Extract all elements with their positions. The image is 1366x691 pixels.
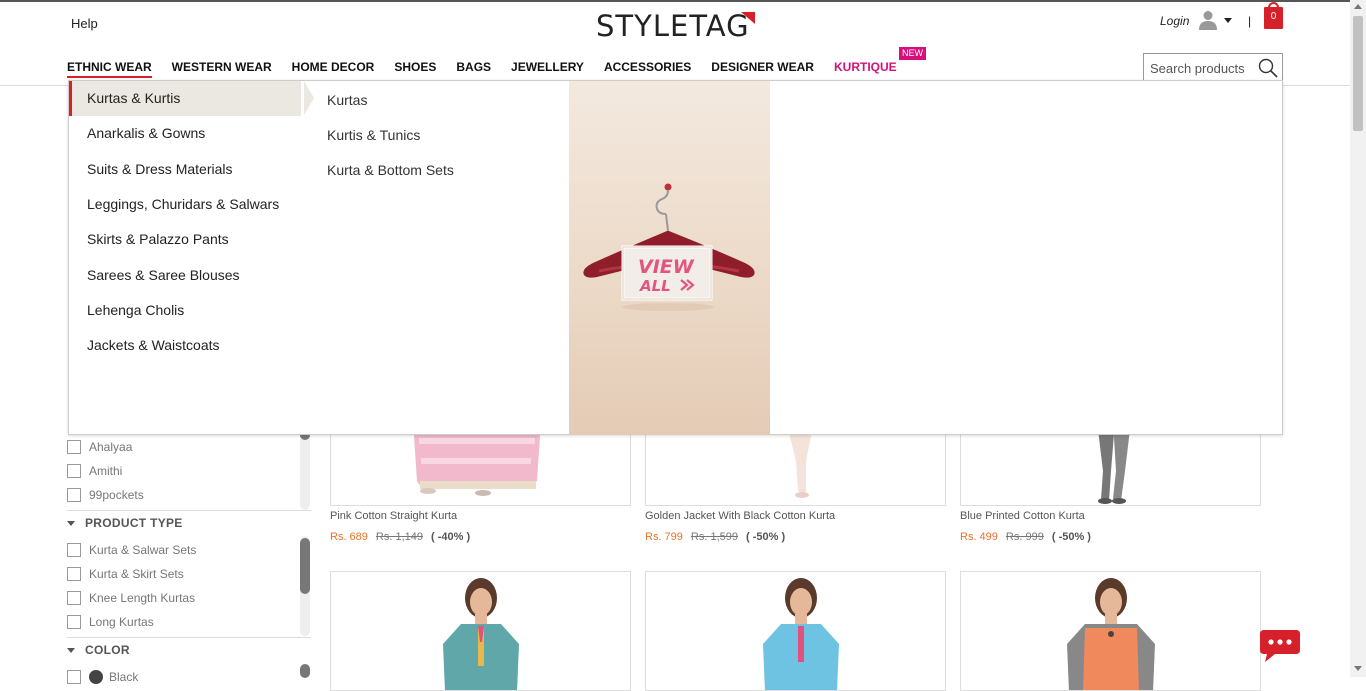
filter-option-product-type[interactable]: Kurta & Salwar Sets [67, 543, 196, 557]
active-arrow-icon [304, 81, 314, 115]
search-input[interactable] [1150, 61, 1255, 76]
category-leggings-churidars-salwars[interactable]: Leggings, Churidars & Salwars [69, 187, 314, 222]
bag-icon [1268, 2, 1279, 9]
page-scrollbar-thumb[interactable] [1353, 16, 1363, 131]
collapse-triangle-icon [67, 647, 75, 653]
discount-badge: ( -50% ) [746, 531, 786, 543]
subcategory-kurtis-tunics[interactable]: Kurtis & Tunics [327, 127, 420, 143]
filter-option-product-type[interactable]: Kurta & Skirt Sets [67, 567, 184, 581]
checkbox[interactable] [67, 567, 81, 581]
category-anarkalis-gowns[interactable]: Anarkalis & Gowns [69, 116, 314, 151]
new-badge: NEW [899, 47, 926, 60]
checkbox[interactable] [67, 440, 81, 454]
category-kurtas-kurtis[interactable]: Kurtas & Kurtis [69, 81, 314, 116]
filter-option-color[interactable]: Black [67, 670, 138, 684]
checkbox[interactable] [67, 615, 81, 629]
search-icon[interactable] [1258, 58, 1278, 78]
brand-filter-scroll-track[interactable] [300, 430, 310, 510]
color-swatch [89, 670, 103, 684]
category-suits-dress-materials[interactable]: Suits & Dress Materials [69, 152, 314, 187]
logo-text: STYLETAG [596, 9, 750, 43]
nav-designer-wear[interactable]: DESIGNER WEAR [711, 58, 814, 78]
category-sarees-saree-blouses[interactable]: Sarees & Saree Blouses [69, 258, 314, 293]
help-link[interactable]: Help [71, 16, 98, 31]
hanger-illustration: VIEW ALL [583, 183, 755, 311]
product-image [443, 578, 519, 690]
filter-option-product-type[interactable]: Knee Length Kurtas [67, 591, 195, 605]
product-card[interactable] [960, 571, 1261, 691]
separator: | [1248, 14, 1252, 28]
chat-bubble-icon[interactable] [1259, 628, 1301, 664]
filter-option-brand[interactable]: Amithi [67, 464, 122, 478]
page-scrollbar[interactable] [1350, 0, 1366, 677]
discount-badge: ( -50% ) [1051, 531, 1091, 543]
user-icon[interactable] [1199, 10, 1217, 30]
styletag-logo[interactable]: STYLETAG [596, 10, 756, 42]
search-box [1143, 53, 1283, 82]
divider [67, 637, 311, 638]
category-skirts-palazzo-pants[interactable]: Skirts & Palazzo Pants [69, 222, 314, 257]
product-price-row: Rs. 799 Rs. 1,599 ( -50% ) [645, 531, 785, 543]
sale-price: Rs. 799 [645, 531, 683, 543]
cart-count-badge: 0 [1270, 11, 1277, 22]
checkbox[interactable] [67, 670, 81, 684]
product-price-row: Rs. 689 Rs. 1,149 ( -40% ) [330, 531, 470, 543]
nav-ethnic-wear[interactable]: ETHNIC WEAR [67, 58, 152, 78]
category-lehenga-cholis[interactable]: Lehenga Cholis [69, 293, 314, 328]
checkbox[interactable] [67, 464, 81, 478]
product-image [763, 578, 839, 690]
sale-price: Rs. 689 [330, 531, 368, 543]
nav-home-decor[interactable]: HOME DECOR [292, 58, 375, 78]
nav-accessories[interactable]: ACCESSORIES [604, 58, 691, 78]
nav-bags[interactable]: BAGS [456, 58, 491, 78]
product-name[interactable]: Golden Jacket With Black Cotton Kurta [645, 510, 835, 522]
subcategory-kurtas[interactable]: Kurtas [327, 92, 367, 108]
filter-option-product-type[interactable]: Long Kurtas [67, 615, 154, 629]
nav-western-wear[interactable]: WESTERN WEAR [172, 58, 272, 78]
checkbox[interactable] [67, 488, 81, 502]
nav-shoes[interactable]: SHOES [394, 58, 436, 78]
product-price-row: Rs. 499 Rs. 999 ( -50% ) [960, 531, 1091, 543]
discount-badge: ( -40% ) [431, 531, 471, 543]
cart-button[interactable]: 0 [1264, 2, 1283, 29]
divider [67, 510, 311, 511]
scroll-down-arrow-icon[interactable] [1354, 666, 1362, 671]
original-price: Rs. 1,149 [375, 531, 424, 543]
product-name[interactable]: Blue Printed Cotton Kurta [960, 510, 1085, 522]
sale-price: Rs. 499 [960, 531, 998, 543]
scroll-up-arrow-icon[interactable] [1354, 4, 1362, 9]
product-image [1067, 578, 1155, 690]
original-price: Rs. 1,599 [690, 531, 739, 543]
filter-heading-color[interactable]: COLOR [67, 643, 130, 657]
category-jackets-waistcoats[interactable]: Jackets & Waistcoats [69, 328, 314, 363]
product-type-scrollbar[interactable] [300, 538, 310, 594]
subcategory-kurta-bottom-sets[interactable]: Kurta & Bottom Sets [327, 162, 454, 178]
view-all-promo-banner[interactable]: VIEW ALL [569, 81, 770, 435]
main-navigation: ETHNIC WEAR WESTERN WEAR HOME DECOR SHOE… [67, 58, 917, 78]
promo-view-text: VIEW [638, 256, 695, 278]
promo-all-text: ALL [639, 277, 671, 295]
original-price: Rs. 999 [1005, 531, 1044, 543]
filter-option-brand[interactable]: Ahalyaa [67, 440, 132, 454]
checkbox[interactable] [67, 591, 81, 605]
filter-heading-product-type[interactable]: PRODUCT TYPE [67, 516, 183, 530]
product-card[interactable] [330, 571, 631, 691]
checkbox[interactable] [67, 543, 81, 557]
ethnic-wear-mega-menu: Kurtas & Kurtis Anarkalis & Gowns Suits … [68, 80, 1283, 435]
nav-jewellery[interactable]: JEWELLERY [511, 58, 584, 78]
chevron-down-icon[interactable] [1224, 18, 1232, 23]
product-card[interactable] [645, 571, 946, 691]
filter-option-brand[interactable]: 99pockets [67, 488, 144, 502]
collapse-triangle-icon [67, 520, 75, 526]
login-link[interactable]: Login [1160, 14, 1189, 28]
nav-kurtique[interactable]: KURTIQUE [834, 58, 897, 78]
logo-flag-icon [741, 12, 755, 24]
color-scrollbar[interactable] [300, 664, 310, 678]
product-name[interactable]: Pink Cotton Straight Kurta [330, 510, 457, 522]
